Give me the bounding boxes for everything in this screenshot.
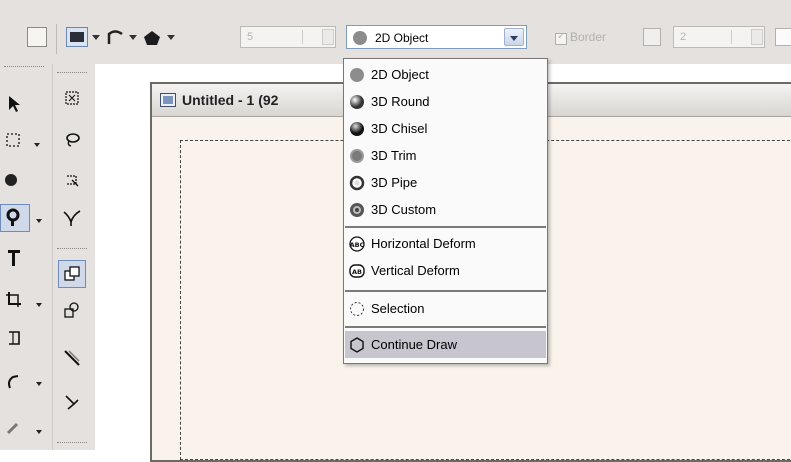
object-picker-icon[interactable] bbox=[58, 260, 86, 288]
chevron-down-icon[interactable] bbox=[167, 35, 175, 40]
sphere-icon bbox=[349, 94, 365, 113]
dropdown-separator bbox=[345, 326, 546, 328]
transform-tool-icon[interactable] bbox=[58, 84, 86, 112]
horizontal-deform-icon: ABC bbox=[349, 236, 365, 255]
tool-arrow-icon[interactable] bbox=[34, 143, 40, 147]
marquee-select-icon[interactable] bbox=[0, 126, 28, 154]
continue-draw-icon bbox=[349, 337, 365, 356]
tool-strip-left bbox=[0, 64, 52, 450]
stroke-width-field[interactable]: 5 bbox=[240, 26, 336, 48]
dropdown-item-label: 3D Round bbox=[371, 94, 430, 109]
spinner-arrows-icon[interactable] bbox=[731, 30, 742, 44]
chevron-down-icon[interactable] bbox=[92, 35, 100, 40]
svg-text:ABC: ABC bbox=[350, 241, 365, 249]
line-tool-icon[interactable] bbox=[58, 344, 86, 372]
flat-circle-icon bbox=[349, 67, 365, 86]
chisel-sphere-icon bbox=[349, 121, 365, 140]
dropdown-arrow-icon[interactable] bbox=[322, 29, 334, 45]
border-label: Border bbox=[570, 30, 607, 44]
dropdown-item-label: 3D Chisel bbox=[371, 121, 428, 136]
dropdown-item-label: 3D Pipe bbox=[371, 175, 418, 190]
dropdown-item-vertical-deform[interactable]: AB Vertical Deform bbox=[345, 257, 546, 284]
border-checkbox[interactable] bbox=[555, 31, 567, 45]
spinner-arrows-icon[interactable] bbox=[302, 30, 313, 44]
dashed-selection-icon bbox=[349, 301, 365, 320]
trim-sphere-icon bbox=[349, 148, 365, 167]
dropdown-item-label: Continue Draw bbox=[371, 337, 457, 352]
text-tool-icon[interactable] bbox=[0, 244, 28, 272]
dropdown-item-3d-trim[interactable]: 3D Trim bbox=[345, 142, 546, 169]
tool-strip-right bbox=[52, 64, 95, 450]
custom-sphere-icon bbox=[349, 202, 365, 221]
toolbar-grip[interactable] bbox=[57, 442, 87, 446]
dropdown-item-continue-draw[interactable]: Continue Draw bbox=[345, 331, 546, 358]
combobox-dropdown-button[interactable] bbox=[504, 28, 524, 46]
object-type-combobox[interactable]: 2D Object bbox=[346, 25, 527, 49]
dropdown-separator bbox=[345, 226, 546, 228]
fill-color-swatch[interactable] bbox=[27, 27, 47, 47]
stroke-style-button[interactable] bbox=[66, 27, 88, 47]
toolbar-grip[interactable] bbox=[57, 72, 87, 76]
chevron-down-icon[interactable] bbox=[129, 35, 137, 40]
dropdown-item-label: Selection bbox=[371, 301, 425, 316]
flat-circle-icon bbox=[352, 30, 368, 49]
retouch-tool-icon[interactable] bbox=[0, 368, 28, 396]
dropdown-arrow-icon[interactable] bbox=[751, 29, 763, 45]
border-width-field[interactable]: 2 bbox=[673, 26, 765, 48]
pointer-tool-icon[interactable] bbox=[0, 90, 28, 118]
dropdown-separator bbox=[345, 290, 546, 292]
perspective-tool-icon[interactable] bbox=[0, 324, 28, 352]
dropdown-item-selection[interactable]: Selection bbox=[345, 295, 546, 322]
dropdown-item-label: Horizontal Deform bbox=[371, 236, 476, 251]
curve-shape-icon[interactable] bbox=[102, 24, 130, 52]
document-icon bbox=[160, 93, 176, 110]
toolbar-grip[interactable] bbox=[4, 66, 44, 70]
toolbar-grip[interactable] bbox=[57, 248, 87, 252]
object-type-dropdown: 2D Object 3D Round 3D Chisel 3D Trim 3D … bbox=[343, 58, 548, 364]
extra-swatch[interactable] bbox=[775, 28, 791, 46]
dropdown-item-3d-custom[interactable]: 3D Custom bbox=[345, 196, 546, 223]
knife-tool-icon[interactable] bbox=[58, 388, 86, 416]
path-tool-icon[interactable] bbox=[58, 204, 86, 232]
dropdown-item-3d-chisel[interactable]: 3D Chisel bbox=[345, 115, 546, 142]
object-type-value: 2D Object bbox=[375, 31, 429, 45]
tool-arrow-icon[interactable] bbox=[36, 430, 42, 434]
dropdown-item-horizontal-deform[interactable]: ABC Horizontal Deform bbox=[345, 230, 546, 257]
svg-text:AB: AB bbox=[352, 268, 362, 276]
vertical-deform-icon: AB bbox=[349, 263, 365, 282]
magic-wand-icon[interactable] bbox=[0, 166, 28, 194]
tool-arrow-icon[interactable] bbox=[36, 219, 42, 223]
dropdown-item-2d-object[interactable]: 2D Object bbox=[345, 61, 546, 88]
crop-tool-icon[interactable] bbox=[0, 286, 28, 314]
toolbar-separator bbox=[56, 24, 57, 54]
dropdown-item-label: Vertical Deform bbox=[371, 263, 460, 278]
lasso-tool-icon[interactable] bbox=[58, 126, 86, 154]
pipe-ring-icon bbox=[349, 175, 365, 194]
brush-tool-icon[interactable] bbox=[0, 414, 28, 442]
dropdown-item-label: 3D Trim bbox=[371, 148, 417, 163]
stroke-width-value: 5 bbox=[247, 31, 254, 43]
object-arrange-icon[interactable] bbox=[58, 296, 86, 324]
object-toolbar: 5 2D Object Border 2 bbox=[0, 0, 791, 65]
dropdown-item-label: 3D Custom bbox=[371, 202, 437, 217]
shape-tool-icon[interactable] bbox=[0, 204, 30, 232]
tool-arrow-icon[interactable] bbox=[36, 303, 42, 307]
dropdown-item-3d-pipe[interactable]: 3D Pipe bbox=[345, 169, 546, 196]
tool-arrow-icon[interactable] bbox=[36, 382, 42, 386]
dropdown-item-label: 2D Object bbox=[371, 67, 429, 82]
document-title: Untitled - 1 (92 bbox=[182, 92, 279, 108]
magnet-select-icon[interactable] bbox=[58, 166, 86, 194]
dropdown-item-3d-round[interactable]: 3D Round bbox=[345, 88, 546, 115]
border-color-swatch[interactable] bbox=[643, 28, 661, 46]
border-width-value: 2 bbox=[680, 31, 687, 43]
polygon-shape-icon[interactable] bbox=[138, 24, 166, 52]
